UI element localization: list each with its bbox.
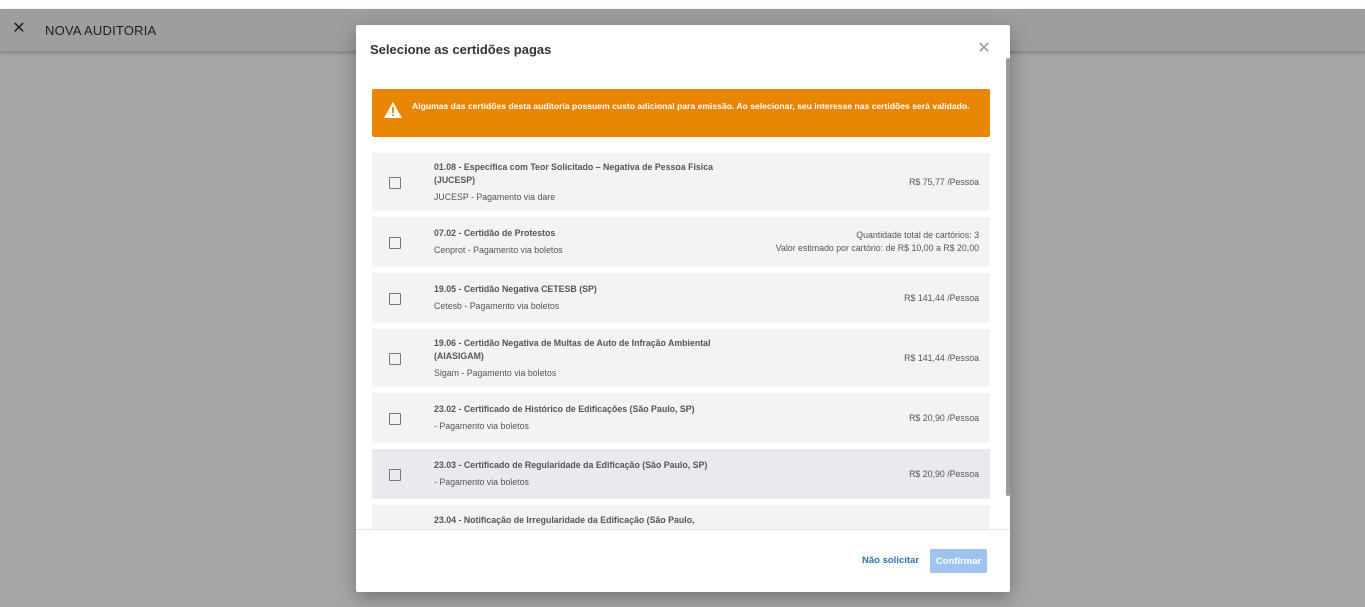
checkbox[interactable] (389, 353, 401, 365)
list-item[interactable]: 23.04 - Notificação de Irregularidade da… (372, 505, 990, 529)
list-item[interactable]: 01.08 - Específica com Teor Solicitado –… (372, 153, 990, 211)
item-name: 23.03 - Certificado de Regularidade da E… (434, 460, 708, 470)
list-item[interactable]: 07.02 - Certidão de Protestos Cenprot - … (372, 217, 990, 267)
list-item[interactable]: 23.02 - Certificado de Histórico de Edif… (372, 393, 990, 443)
item-price: R$ 20,90 /Pessoa (909, 469, 979, 479)
item-subtitle: Cenprot - Pagamento via boletos (434, 245, 563, 255)
item-price: R$ 20,90 /Pessoa (909, 413, 979, 423)
decline-button[interactable]: Não solicitar (862, 555, 919, 566)
item-name: 01.08 - Específica com Teor Solicitado –… (434, 162, 714, 185)
item-price: R$ 75,77 /Pessoa (909, 177, 979, 187)
app-title: NOVA AUDITORIA (45, 23, 157, 38)
footer-divider (356, 529, 1010, 530)
item-subtitle: Cetesb - Pagamento via boletos (434, 301, 560, 311)
item-price: R$ 141,44 /Pessoa (904, 293, 979, 303)
select-certificates-dialog: Selecione as certidões pagas ✕ Algumas d… (356, 25, 1010, 592)
item-subtitle: Sigam - Pagamento via boletos (434, 368, 557, 378)
checkbox[interactable] (389, 469, 401, 481)
item-price: R$ 141,44 /Pessoa (904, 353, 979, 363)
confirm-button[interactable]: Confirmar (930, 549, 987, 573)
dialog-close-icon[interactable]: ✕ (976, 41, 992, 57)
item-subtitle: - Pagamento via boletos (434, 421, 529, 431)
dialog-title: Selecione as certidões pagas (370, 42, 552, 57)
warning-alert: Algumas das certidões desta auditoria po… (372, 89, 990, 137)
item-name: 19.05 - Certidão Negativa CETESB (SP) (434, 284, 597, 294)
item-subtitle: JUCESP - Pagamento via dare (434, 192, 556, 202)
item-name: 23.04 - Notificação de Irregularidade da… (434, 515, 695, 525)
item-name: 19.06 - Certidão Negativa de Multas de A… (434, 338, 711, 361)
close-icon[interactable]: ✕ (10, 20, 28, 38)
checkbox[interactable] (389, 413, 401, 425)
item-name: 23.02 - Certificado de Histórico de Edif… (434, 404, 695, 414)
checkbox[interactable] (389, 237, 401, 249)
list-item[interactable]: 23.03 - Certificado de Regularidade da E… (372, 449, 990, 499)
scrollbar[interactable] (1006, 58, 1010, 496)
certificate-list: 01.08 - Específica com Teor Solicitado –… (372, 153, 990, 529)
item-price-estimate: Valor estimado por cartório: de R$ 10,00… (775, 243, 979, 253)
warning-icon (384, 102, 402, 118)
checkbox[interactable] (389, 293, 401, 305)
item-subtitle: - Pagamento via boletos (434, 477, 529, 487)
item-name: 07.02 - Certidão de Protestos (434, 228, 556, 238)
top-strip (0, 0, 1365, 9)
checkbox[interactable] (389, 177, 401, 189)
list-item[interactable]: 19.06 - Certidão Negativa de Multas de A… (372, 329, 990, 387)
item-price: Quantidade total de cartórios: 3 (856, 230, 979, 240)
list-item[interactable]: 19.05 - Certidão Negativa CETESB (SP) Ce… (372, 273, 990, 323)
alert-text: Algumas das certidões desta auditoria po… (412, 101, 970, 111)
